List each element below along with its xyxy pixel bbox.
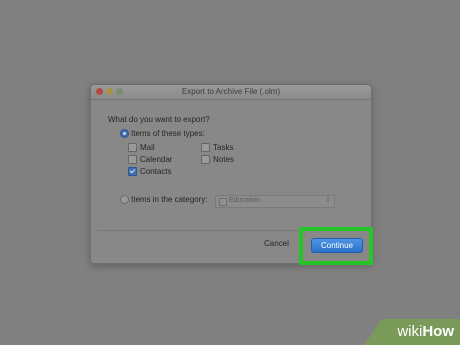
calendar-label: Calendar bbox=[140, 155, 173, 164]
contacts-label: Contacts bbox=[140, 167, 172, 176]
contacts-checkbox[interactable] bbox=[128, 167, 137, 176]
notes-label: Notes bbox=[213, 155, 234, 164]
mail-checkbox[interactable] bbox=[128, 143, 137, 152]
category-value: Education bbox=[229, 197, 261, 204]
notes-checkbox[interactable] bbox=[201, 155, 210, 164]
wikihow-logo: wikiHow bbox=[397, 323, 454, 340]
continue-button[interactable]: Continue bbox=[311, 238, 363, 253]
tasks-label: Tasks bbox=[213, 143, 234, 152]
export-question: What do you want to export? bbox=[108, 115, 210, 124]
category-color-icon bbox=[219, 198, 227, 206]
wikihow-watermark: wikiHow bbox=[364, 319, 460, 345]
items-of-types-radio[interactable] bbox=[120, 129, 129, 138]
items-in-category-label: Items in the category: bbox=[131, 195, 208, 204]
dialog-title: Export to Archive File (.olm) bbox=[181, 87, 281, 96]
tasks-checkbox[interactable] bbox=[201, 143, 210, 152]
cancel-button[interactable]: Cancel bbox=[264, 239, 289, 248]
title-bar: Export to Archive File (.olm) bbox=[91, 85, 371, 100]
mail-label: Mail bbox=[140, 143, 155, 152]
items-in-category-radio[interactable] bbox=[120, 195, 129, 204]
calendar-checkbox[interactable] bbox=[128, 155, 137, 164]
dropdown-arrows-icon: ⇕ bbox=[325, 197, 331, 204]
items-of-types-label: Items of these types: bbox=[131, 129, 205, 138]
category-dropdown[interactable]: Education ⇕ bbox=[215, 195, 335, 208]
